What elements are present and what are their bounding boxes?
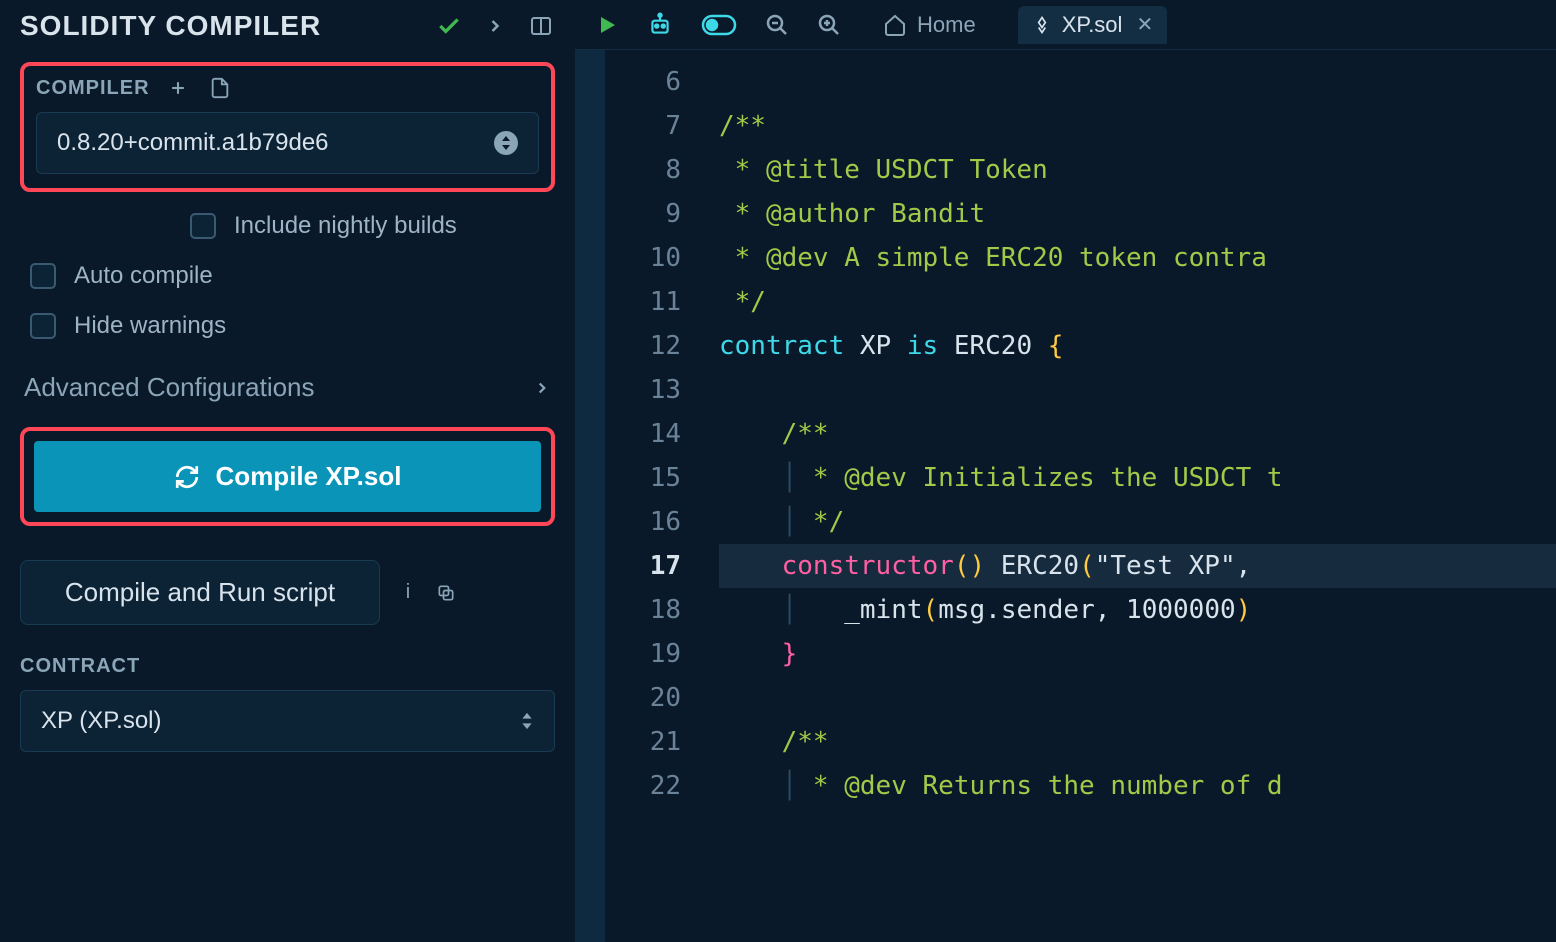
tab-close-icon[interactable]: ✕	[1136, 12, 1153, 37]
zoom-out-icon[interactable]	[765, 13, 789, 37]
contract-value: XP (XP.sol)	[41, 707, 162, 735]
run-icon[interactable]	[595, 13, 619, 37]
chevron-right-icon[interactable]	[481, 12, 509, 40]
compile-button-label: Compile XP.sol	[216, 461, 402, 492]
editor-pane: Home XP.sol ✕ 67891011121314151617181920…	[575, 0, 1556, 942]
compile-success-icon[interactable]	[435, 12, 463, 40]
contract-select[interactable]: XP (XP.sol)	[20, 690, 555, 752]
line-number-gutter: 678910111213141516171819202122	[605, 50, 705, 942]
hide-warnings-checkbox[interactable]	[30, 313, 56, 339]
hide-warnings-label: Hide warnings	[74, 312, 226, 340]
code-area[interactable]: /** * @title USDCT Token * @author Bandi…	[705, 50, 1556, 942]
compile-run-script-label: Compile and Run script	[65, 577, 335, 607]
panel-header: SOLIDITY COMPILER	[20, 10, 555, 42]
editor-toolbar: Home XP.sol ✕	[575, 0, 1556, 50]
auto-compile-label: Auto compile	[74, 262, 213, 290]
tab-home-label: Home	[917, 12, 976, 38]
hide-warnings-row: Hide warnings	[20, 312, 555, 340]
include-nightly-row: Include nightly builds	[20, 212, 555, 240]
include-nightly-label: Include nightly builds	[234, 212, 457, 240]
compiler-label-row: COMPILER	[36, 74, 539, 102]
advanced-configurations-label: Advanced Configurations	[24, 372, 315, 403]
auto-compile-row: Auto compile	[20, 262, 555, 290]
compile-run-script-button[interactable]: Compile and Run script	[20, 560, 380, 625]
auto-compile-checkbox[interactable]	[30, 263, 56, 289]
info-icon[interactable]: i	[396, 581, 420, 604]
compile-button-highlight: Compile XP.sol	[20, 427, 555, 526]
compiler-section-highlight: COMPILER 0.8.20+commit.a1b79de6	[20, 62, 555, 192]
include-nightly-checkbox[interactable]	[190, 213, 216, 239]
tab-home[interactable]: Home	[869, 6, 990, 44]
compile-button[interactable]: Compile XP.sol	[30, 437, 545, 516]
panel-title: SOLIDITY COMPILER	[20, 10, 321, 42]
compiler-version-value: 0.8.20+commit.a1b79de6	[57, 129, 329, 157]
fold-gutter	[575, 50, 605, 942]
tab-file[interactable]: XP.sol ✕	[1018, 6, 1168, 44]
compiler-version-select[interactable]: 0.8.20+commit.a1b79de6	[36, 112, 539, 174]
layout-icon[interactable]	[527, 12, 555, 40]
zoom-in-icon[interactable]	[817, 13, 841, 37]
compiler-label: COMPILER	[36, 77, 150, 100]
copy-icon[interactable]	[436, 583, 460, 603]
select-chevron-icon	[520, 712, 534, 730]
robot-icon[interactable]	[647, 12, 673, 38]
plus-icon[interactable]	[164, 74, 192, 102]
contract-label: CONTRACT	[20, 655, 555, 678]
toggle-icon[interactable]	[701, 14, 737, 36]
run-script-row: Compile and Run script i	[20, 560, 555, 625]
file-icon[interactable]	[206, 74, 234, 102]
tab-file-label: XP.sol	[1062, 12, 1123, 38]
solidity-compiler-panel: SOLIDITY COMPILER COMPILER 0.8.20+commit…	[0, 0, 575, 942]
panel-header-icons	[435, 12, 555, 40]
code-editor[interactable]: 678910111213141516171819202122 /** * @ti…	[575, 50, 1556, 942]
select-chevron-icon	[494, 131, 518, 155]
advanced-configurations-toggle[interactable]: Advanced Configurations	[20, 362, 555, 427]
